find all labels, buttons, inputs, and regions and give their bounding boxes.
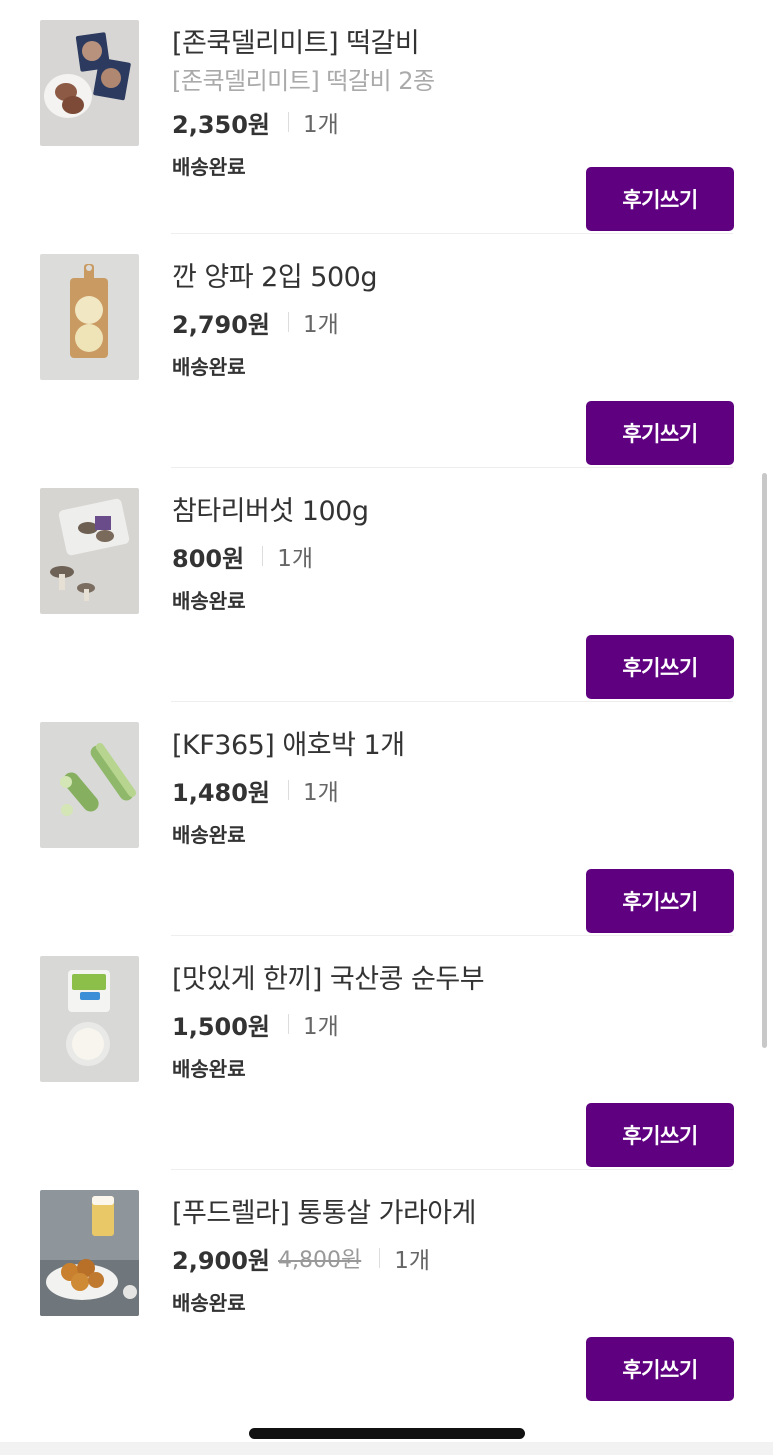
product-quantity: 1개 — [303, 1014, 339, 1040]
price-row: 2,900원 4,800원 1개 — [172, 1240, 733, 1276]
product-price: 2,900원 — [172, 1246, 270, 1275]
product-quantity: 1개 — [303, 312, 339, 338]
order-history-page: [존쿡델리미트] 떡갈비 [존쿡델리미트] 떡갈비 2종 2,350원 1개 배… — [0, 0, 773, 1455]
product-price: 800원 — [172, 544, 245, 573]
karaage-thumbnail[interactable] — [40, 1190, 139, 1316]
order-item: [KF365] 애호박 1개 1,480원 1개 배송완료 후기쓰기 — [0, 702, 773, 936]
product-price: 1,500원 — [172, 1012, 270, 1041]
zucchini-thumbnail[interactable] — [40, 722, 139, 848]
product-name[interactable]: 깐 양파 2입 500g — [172, 258, 733, 298]
price-row: 1,500원 1개 — [172, 1006, 733, 1042]
mushroom-thumbnail[interactable] — [40, 488, 139, 614]
delivery-status: 배송완료 — [172, 589, 246, 613]
order-item: [맛있게 한끼] 국산콩 순두부 1,500원 1개 배송완료 후기쓰기 — [0, 936, 773, 1170]
product-name[interactable]: [존쿡델리미트] 떡갈비 — [172, 24, 733, 64]
price-quantity-divider — [288, 1014, 289, 1034]
onion-thumbnail[interactable] — [40, 254, 139, 380]
order-item-info: 참타리버섯 100g 800원 1개 배송완료 — [172, 492, 733, 616]
price-row: 1,480원 1개 — [172, 772, 733, 808]
write-review-button[interactable]: 후기쓰기 — [586, 869, 734, 933]
price-quantity-divider — [379, 1248, 381, 1268]
delivery-status: 배송완료 — [172, 823, 246, 847]
karaage-image — [40, 1190, 139, 1316]
tteokgalbi-image — [40, 20, 139, 146]
price-quantity-divider — [288, 780, 289, 800]
order-item-info: [존쿡델리미트] 떡갈비 [존쿡델리미트] 떡갈비 2종 2,350원 1개 배… — [172, 24, 733, 182]
mushroom-image — [40, 488, 139, 614]
product-name[interactable]: [KF365] 애호박 1개 — [172, 726, 733, 766]
write-review-button[interactable]: 후기쓰기 — [586, 401, 734, 465]
tteokgalbi-thumbnail[interactable] — [40, 20, 139, 146]
product-price: 1,480원 — [172, 778, 270, 807]
write-review-button[interactable]: 후기쓰기 — [586, 1103, 734, 1167]
price-row: 2,350원 1개 — [172, 104, 733, 140]
product-quantity: 1개 — [303, 780, 339, 806]
order-item-list: [존쿡델리미트] 떡갈비 [존쿡델리미트] 떡갈비 2종 2,350원 1개 배… — [0, 0, 773, 1404]
delivery-status: 배송완료 — [172, 1291, 246, 1315]
product-price: 2,350원 — [172, 110, 270, 139]
write-review-button[interactable]: 후기쓰기 — [586, 1337, 734, 1401]
price-row: 800원 1개 — [172, 538, 733, 574]
soft-tofu-thumbnail[interactable] — [40, 956, 139, 1082]
order-item-info: 깐 양파 2입 500g 2,790원 1개 배송완료 — [172, 258, 733, 382]
product-name[interactable]: 참타리버섯 100g — [172, 492, 733, 532]
product-price: 2,790원 — [172, 310, 270, 339]
original-price: 4,800원 — [278, 1248, 362, 1273]
order-item-info: [푸드렐라] 통통살 가라아게 2,900원 4,800원 1개 배송완료 — [172, 1194, 733, 1318]
bottom-safe-area — [0, 1442, 773, 1455]
write-review-button[interactable]: 후기쓰기 — [586, 167, 734, 231]
price-row: 2,790원 1개 — [172, 304, 733, 340]
write-review-button[interactable]: 후기쓰기 — [586, 635, 734, 699]
home-indicator[interactable] — [249, 1428, 525, 1439]
order-item: [존쿡델리미트] 떡갈비 [존쿡델리미트] 떡갈비 2종 2,350원 1개 배… — [0, 0, 773, 234]
product-quantity: 1개 — [394, 1248, 431, 1274]
order-item: [푸드렐라] 통통살 가라아게 2,900원 4,800원 1개 배송완료 후기… — [0, 1170, 773, 1404]
product-quantity: 1개 — [277, 546, 313, 572]
order-item-info: [맛있게 한끼] 국산콩 순두부 1,500원 1개 배송완료 — [172, 960, 733, 1084]
delivery-status: 배송완료 — [172, 355, 246, 379]
product-name[interactable]: [맛있게 한끼] 국산콩 순두부 — [172, 960, 733, 1000]
price-quantity-divider — [262, 546, 264, 566]
product-quantity: 1개 — [303, 112, 339, 138]
order-item: 깐 양파 2입 500g 2,790원 1개 배송완료 후기쓰기 — [0, 234, 773, 468]
product-name[interactable]: [푸드렐라] 통통살 가라아게 — [172, 1194, 733, 1234]
vertical-scrollbar[interactable] — [762, 473, 767, 1048]
onion-image — [40, 254, 139, 380]
zucchini-image — [40, 722, 139, 848]
delivery-status: 배송완료 — [172, 1057, 246, 1081]
price-quantity-divider — [288, 112, 289, 132]
price-quantity-divider — [288, 312, 289, 332]
order-item: 참타리버섯 100g 800원 1개 배송완료 후기쓰기 — [0, 468, 773, 702]
soft-tofu-image — [40, 956, 139, 1082]
order-item-info: [KF365] 애호박 1개 1,480원 1개 배송완료 — [172, 726, 733, 850]
product-option: [존쿡델리미트] 떡갈비 2종 — [172, 67, 435, 95]
